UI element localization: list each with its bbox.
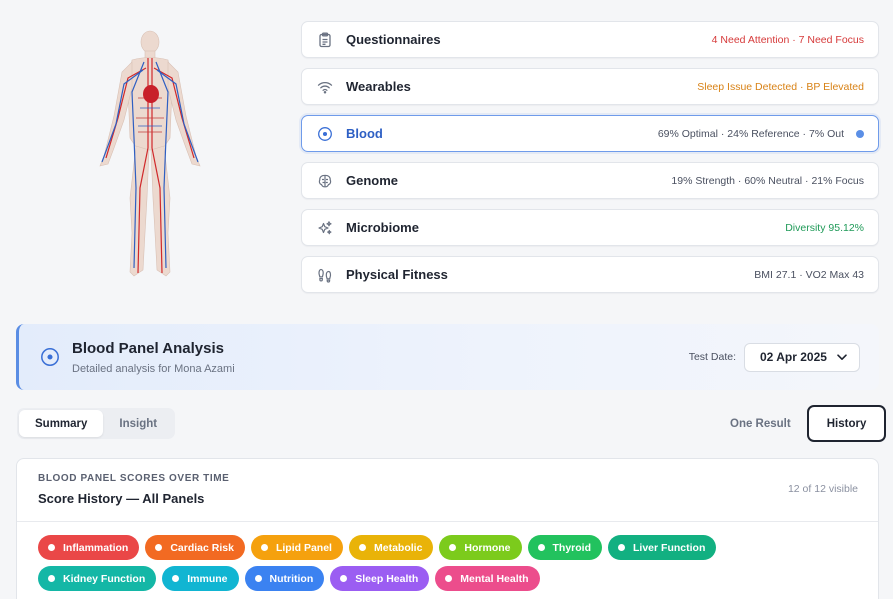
chip-dot — [48, 575, 55, 582]
clipboard-icon — [317, 32, 333, 48]
panel-chip-inflammation[interactable]: Inflammation — [38, 535, 140, 560]
tab-summary[interactable]: Summary — [19, 410, 104, 437]
chip-dot — [260, 544, 268, 551]
target-circle-icon — [41, 348, 59, 366]
source-status: Sleep Issue Detected · BP Elevated — [697, 80, 864, 93]
page-title: Blood Panel Analysis — [72, 339, 224, 357]
panel-filter-chips: Inflammation Cardiac Risk Lipid Panel Metab… — [17, 522, 837, 597]
body-anatomy-figure — [88, 28, 212, 288]
one-result-button[interactable]: One Result — [714, 407, 807, 440]
brain-icon — [317, 173, 333, 189]
source-title: Wearables — [346, 79, 411, 94]
result-view-toggle: One Result History — [714, 405, 887, 442]
score-history-header: BLOOD PANEL SCORES OVER TIME Score Histo… — [17, 459, 878, 522]
source-status: 4 Need Attention · 7 Need Focus — [711, 33, 864, 46]
chip-dot — [172, 575, 180, 582]
test-date-label: Test Date: — [688, 351, 736, 363]
view-tabs: Summary Insight — [17, 408, 176, 439]
source-card-wearables[interactable]: Wearables Sleep Issue Detected · BP Elev… — [301, 68, 879, 105]
visible-count: 12 of 12 visible — [787, 483, 858, 495]
chip-dot — [254, 575, 262, 582]
chip-dot — [155, 544, 163, 551]
chip-dot — [340, 575, 348, 582]
history-button[interactable]: History — [806, 405, 887, 442]
chevron-down-icon — [837, 354, 847, 360]
chip-label: Kidney Function — [63, 572, 146, 585]
source-title: Physical Fitness — [346, 267, 448, 282]
wifi-signal-icon — [317, 79, 333, 95]
chip-dot — [618, 544, 626, 551]
active-indicator-dot — [856, 129, 864, 138]
source-card-genome[interactable]: Genome 19% Strength · 60% Neutral · 21% … — [301, 162, 879, 199]
chip-dot — [449, 544, 457, 551]
source-status: 69% Optimal · 24% Reference · 7% Out — [657, 127, 844, 140]
chip-label: Thyroid — [552, 541, 592, 554]
section-title: Score History — All Panels — [38, 491, 205, 506]
source-card-questionnaires[interactable]: Questionnaires 4 Need Attention · 7 Need… — [301, 21, 879, 58]
source-title: Blood — [346, 126, 383, 141]
chip-label: Lipid Panel — [275, 541, 332, 554]
target-circle-icon — [317, 126, 333, 142]
panel-chip-hormone[interactable]: Hormone — [439, 535, 522, 560]
source-card-blood[interactable]: Blood 69% Optimal · 24% Reference · 7% O… — [301, 115, 879, 152]
chip-label: Immune — [187, 572, 228, 585]
sparkles-icon — [317, 220, 333, 236]
chip-dot — [48, 544, 55, 551]
chip-label: Liver Function — [633, 541, 706, 554]
source-title: Microbiome — [346, 220, 419, 235]
chip-label: Hormone — [464, 541, 511, 554]
panel-chip-metabolic[interactable]: Metabolic — [348, 535, 434, 560]
chip-dot — [537, 544, 545, 551]
tab-insight[interactable]: Insight — [103, 410, 173, 437]
panel-chip-sleep-health[interactable]: Sleep Health — [330, 566, 430, 591]
panel-chip-immune[interactable]: Immune — [162, 566, 239, 591]
panel-chip-thyroid[interactable]: Thyroid — [527, 535, 603, 560]
source-title: Questionnaires — [346, 32, 441, 47]
chip-label: Nutrition — [269, 572, 314, 585]
panel-chip-cardiac-risk[interactable]: Cardiac Risk — [145, 535, 245, 560]
panel-chip-liver-function[interactable]: Liver Function — [608, 535, 717, 560]
chip-label: Mental Health — [460, 572, 529, 585]
source-status: BMI 27.1 · VO2 Max 43 — [754, 268, 864, 281]
footprints-icon — [317, 267, 333, 283]
test-date-select[interactable]: 02 Apr 2025 — [744, 342, 860, 372]
panel-chip-kidney-function[interactable]: Kidney Function — [38, 566, 157, 591]
source-status: 19% Strength · 60% Neutral · 21% Focus — [671, 174, 864, 187]
chip-dot — [358, 544, 366, 551]
source-status: Diversity 95.12% — [785, 221, 864, 234]
chip-dot — [445, 575, 453, 582]
source-card-microbiome[interactable]: Microbiome Diversity 95.12% — [301, 209, 879, 246]
chip-label: Inflammation — [63, 541, 129, 554]
panel-chip-lipid-panel[interactable]: Lipid Panel — [250, 535, 343, 560]
analysis-header: Blood Panel Analysis Detailed analysis f… — [16, 324, 879, 390]
test-date-value: 02 Apr 2025 — [760, 350, 827, 364]
page-subtitle: Detailed analysis for Mona Azami — [72, 362, 235, 375]
chip-label: Metabolic — [373, 541, 423, 554]
score-history-panel: BLOOD PANEL SCORES OVER TIME Score Histo… — [16, 458, 879, 599]
source-card-physical-fitness[interactable]: Physical Fitness BMI 27.1 · VO2 Max 43 — [301, 256, 879, 293]
section-kicker: BLOOD PANEL SCORES OVER TIME — [38, 473, 230, 484]
panel-chip-nutrition[interactable]: Nutrition — [244, 566, 325, 591]
source-title: Genome — [346, 173, 399, 188]
chip-label: Cardiac Risk — [170, 541, 234, 554]
chip-label: Sleep Health — [355, 572, 419, 585]
panel-chip-mental-health[interactable]: Mental Health — [435, 566, 540, 591]
data-source-list: Questionnaires 4 Need Attention · 7 Need… — [301, 21, 879, 303]
